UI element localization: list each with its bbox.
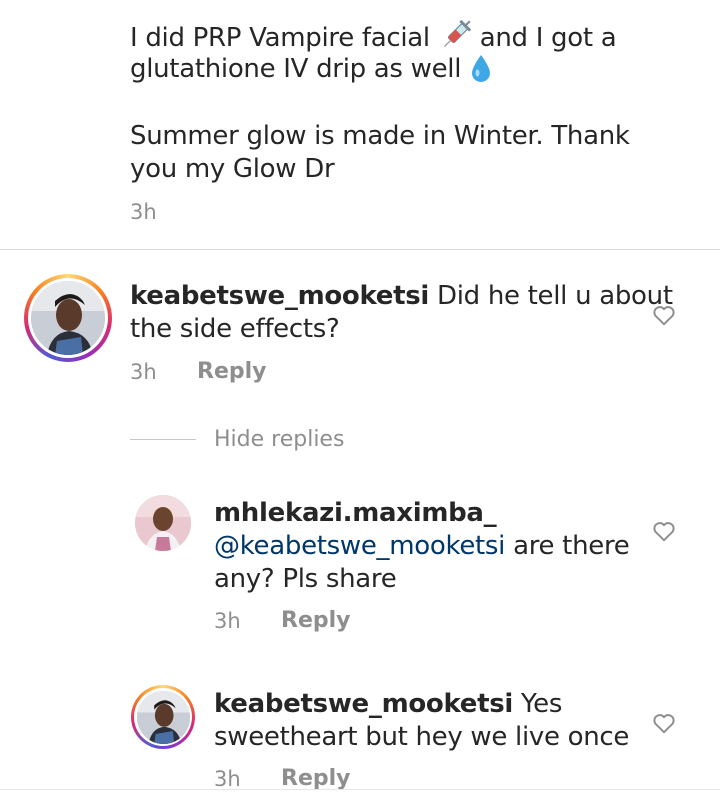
caption-text: glutathione IV drip as well	[130, 54, 462, 84]
reply-line-3: any? Pls share	[214, 564, 397, 594]
reply-avatar[interactable]	[135, 495, 191, 551]
comment-line-1: keabetswe_mooketsi Did he tell u about	[130, 280, 673, 313]
comment-text: Did he tell u about	[437, 281, 673, 311]
reply-button[interactable]: Reply	[281, 608, 351, 633]
reply-line-1: keabetswe_mooketsi Yes	[214, 688, 562, 721]
reply-avatar[interactable]	[131, 685, 195, 749]
caption-line-4: you my Glow Dr	[130, 154, 335, 184]
reply-button[interactable]: Reply	[197, 359, 267, 384]
avatar	[31, 281, 105, 355]
heart-icon[interactable]	[651, 302, 677, 332]
comment-timestamp: 3h	[130, 360, 157, 384]
avatar	[136, 690, 190, 744]
comment-username[interactable]: keabetswe_mooketsi	[130, 281, 429, 311]
heart-icon[interactable]	[651, 518, 677, 548]
bottom-divider	[0, 789, 720, 790]
reply-line-1: mhlekazi.maximba_	[214, 497, 497, 530]
heart-icon[interactable]	[651, 710, 677, 740]
reply-button[interactable]: Reply	[281, 766, 351, 791]
reply-text: are there	[513, 531, 630, 561]
caption-text: I did PRP Vampire facial	[130, 23, 430, 53]
reply-timestamp: 3h	[214, 609, 241, 633]
hide-replies-line	[130, 439, 196, 440]
comment-avatar[interactable]	[24, 274, 112, 362]
caption-divider	[0, 249, 720, 250]
caption-line-2: glutathione IV drip as well	[130, 53, 493, 86]
caption-timestamp: 3h	[130, 200, 157, 224]
reply-timestamp: 3h	[214, 767, 241, 791]
droplet-icon	[469, 53, 493, 83]
caption-line-1: I did PRP Vampire facial and I got a	[130, 20, 617, 55]
caption-text: and I got a	[479, 23, 617, 53]
caption-line-3: Summer glow is made in Winter. Thank	[130, 121, 630, 151]
reply-line-2: sweetheart but hey we live once	[214, 722, 630, 752]
mention-link[interactable]: @keabetswe_mooketsi	[214, 531, 505, 561]
comment-line-2: the side effects?	[130, 314, 340, 344]
syringe-icon	[438, 20, 472, 52]
reply-username[interactable]: keabetswe_mooketsi	[214, 689, 513, 719]
reply-username[interactable]: mhlekazi.maximba_	[214, 498, 497, 528]
reply-text: Yes	[521, 689, 563, 719]
reply-line-2: @keabetswe_mooketsi are there	[214, 530, 630, 563]
hide-replies-button[interactable]: Hide replies	[214, 427, 344, 452]
